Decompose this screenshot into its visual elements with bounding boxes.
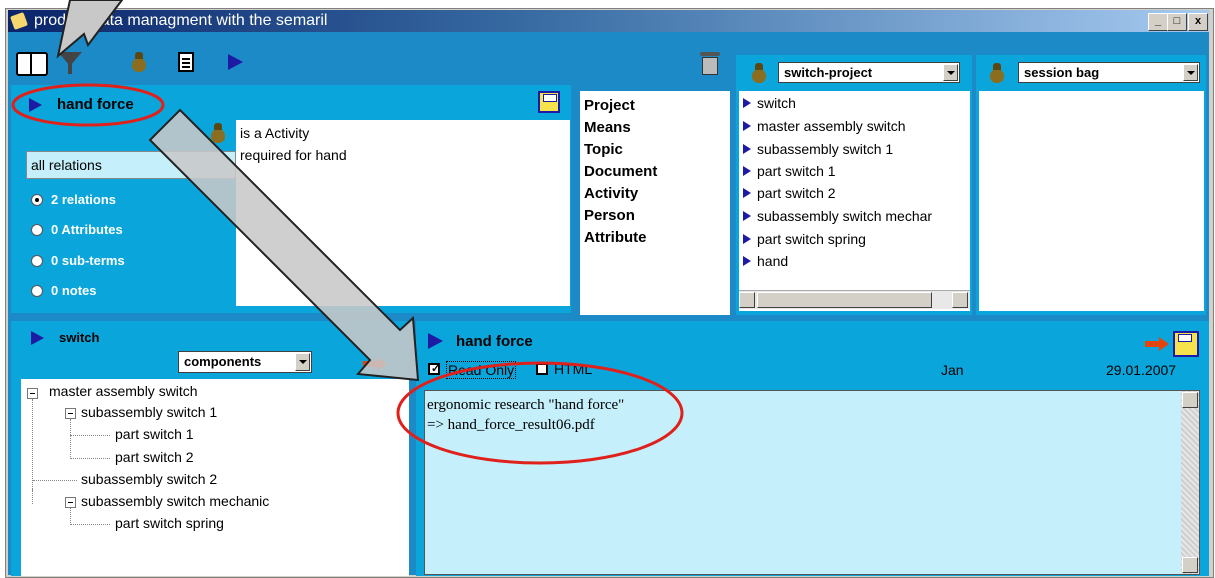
html-label: HTML bbox=[554, 361, 593, 377]
tree-node[interactable]: subassembly switch 1 bbox=[81, 404, 217, 420]
radio-dot bbox=[31, 255, 43, 267]
category-attribute[interactable]: Attribute bbox=[584, 229, 647, 246]
category-activity[interactable]: Activity bbox=[584, 185, 638, 202]
scroll-right-button[interactable] bbox=[952, 292, 968, 308]
list-item[interactable]: subassembly switch mechar bbox=[743, 208, 932, 224]
note-text-line: => hand_force_result06.pdf bbox=[427, 417, 595, 433]
list-item[interactable]: hand bbox=[743, 253, 788, 269]
radio-dot bbox=[31, 224, 43, 236]
session-bag-icon[interactable] bbox=[988, 63, 1006, 83]
close-button[interactable]: x bbox=[1188, 13, 1208, 31]
tree-node[interactable]: part switch spring bbox=[115, 515, 224, 531]
category-means[interactable]: Means bbox=[584, 119, 631, 136]
tree-node[interactable]: master assembly switch bbox=[49, 383, 198, 399]
category-topic[interactable]: Topic bbox=[584, 141, 623, 158]
project-select[interactable]: switch-project bbox=[778, 62, 960, 83]
session-panel: session bag bbox=[976, 55, 1206, 315]
trash-icon[interactable] bbox=[700, 50, 720, 76]
note-text-line: ergonomic research "hand force" bbox=[427, 397, 625, 413]
note-text-area[interactable]: ergonomic research "hand force" => hand_… bbox=[424, 390, 1200, 575]
term-panel: hand force all relations 2 relations 0 A… bbox=[11, 85, 571, 313]
category-list: Project Means Topic Document Activity Pe… bbox=[580, 91, 730, 315]
radio-relations[interactable]: 2 relations bbox=[29, 191, 219, 211]
tree-node[interactable]: part switch 1 bbox=[115, 426, 194, 442]
radio-sub-terms[interactable]: 0 sub-terms bbox=[29, 252, 219, 272]
scroll-down-button[interactable] bbox=[1182, 557, 1198, 573]
html-checkbox[interactable] bbox=[536, 363, 548, 375]
category-person[interactable]: Person bbox=[584, 207, 635, 224]
relation-filter-field[interactable]: all relations bbox=[26, 151, 236, 179]
scroll-left-button[interactable] bbox=[739, 292, 755, 308]
radio-notes[interactable]: 0 notes bbox=[29, 282, 219, 302]
horizontal-scrollbar[interactable] bbox=[739, 290, 970, 309]
chevron-down-icon[interactable] bbox=[295, 353, 310, 371]
relation-item[interactable]: required for hand bbox=[240, 147, 347, 163]
tree-node[interactable]: subassembly switch mechanic bbox=[81, 493, 269, 509]
scroll-up-button[interactable] bbox=[1182, 392, 1198, 408]
component-title: switch bbox=[59, 330, 100, 345]
component-tree: master assembly switch subassembly switc… bbox=[21, 379, 409, 576]
chevron-down-icon[interactable] bbox=[943, 64, 958, 81]
note-date: 29.01.2007 bbox=[1106, 362, 1177, 378]
window-title: product data managment with the semaril bbox=[34, 12, 328, 29]
note-author: Jan bbox=[941, 362, 964, 378]
project-bag-icon[interactable] bbox=[750, 63, 768, 83]
book-icon[interactable] bbox=[16, 52, 48, 76]
category-document[interactable]: Document bbox=[584, 163, 657, 180]
tree-node[interactable]: subassembly switch 2 bbox=[81, 471, 217, 487]
save-icon[interactable] bbox=[538, 91, 560, 113]
category-project[interactable]: Project bbox=[584, 97, 635, 114]
project-list: switch master assembly switch subassembl… bbox=[739, 91, 970, 311]
read-only-checkbox[interactable]: ✓ bbox=[428, 363, 440, 375]
play-icon[interactable] bbox=[228, 54, 243, 70]
session-select[interactable]: session bag bbox=[1018, 62, 1200, 83]
term-title: hand force bbox=[57, 96, 134, 113]
maximize-button[interactable]: □ bbox=[1167, 13, 1187, 31]
list-item[interactable]: part switch 1 bbox=[743, 163, 836, 179]
save-icon[interactable] bbox=[1173, 331, 1199, 357]
read-only-label: Read Only bbox=[446, 361, 517, 379]
radio-attributes[interactable]: 0 Attributes bbox=[29, 221, 219, 241]
project-panel: switch-project switch master assembly sw… bbox=[736, 55, 972, 315]
note-play-icon bbox=[428, 333, 443, 349]
bag-icon[interactable] bbox=[130, 52, 148, 72]
list-item[interactable]: subassembly switch 1 bbox=[743, 141, 893, 157]
term-play-icon bbox=[29, 98, 42, 112]
filter-icon[interactable] bbox=[58, 52, 82, 76]
forward-arrow-icon[interactable] bbox=[1145, 337, 1169, 351]
list-item[interactable]: master assembly switch bbox=[743, 118, 906, 134]
note-panel: hand force ✓ Read Only HTML Jan 29.01.20… bbox=[416, 321, 1209, 576]
list-item[interactable]: part switch 2 bbox=[743, 185, 836, 201]
tree-node[interactable]: part switch 2 bbox=[115, 449, 194, 465]
minimize-button[interactable]: _ bbox=[1148, 13, 1168, 31]
note-title: hand force bbox=[456, 333, 533, 350]
app-icon bbox=[10, 12, 28, 30]
component-panel: switch components master assembly switch… bbox=[11, 321, 409, 576]
list-item[interactable]: part switch spring bbox=[743, 231, 866, 247]
relation-item[interactable]: is a Activity bbox=[240, 125, 309, 141]
title-bar: product data managment with the semaril … bbox=[8, 10, 1209, 32]
component-play-icon bbox=[31, 331, 44, 345]
radio-dot bbox=[31, 285, 43, 297]
chevron-down-icon[interactable] bbox=[1183, 64, 1198, 81]
relations-list: is a Activity required for hand bbox=[236, 120, 570, 306]
component-view-select[interactable]: components bbox=[178, 351, 312, 373]
list-item[interactable]: switch bbox=[743, 95, 796, 111]
scroll-thumb[interactable] bbox=[757, 292, 932, 308]
document-icon[interactable] bbox=[178, 52, 194, 72]
radio-dot bbox=[31, 194, 43, 206]
term-bag-icon[interactable] bbox=[209, 123, 227, 143]
forward-arrow-icon[interactable] bbox=[363, 357, 387, 371]
session-list bbox=[979, 91, 1204, 311]
vertical-scrollbar[interactable] bbox=[1181, 391, 1199, 574]
